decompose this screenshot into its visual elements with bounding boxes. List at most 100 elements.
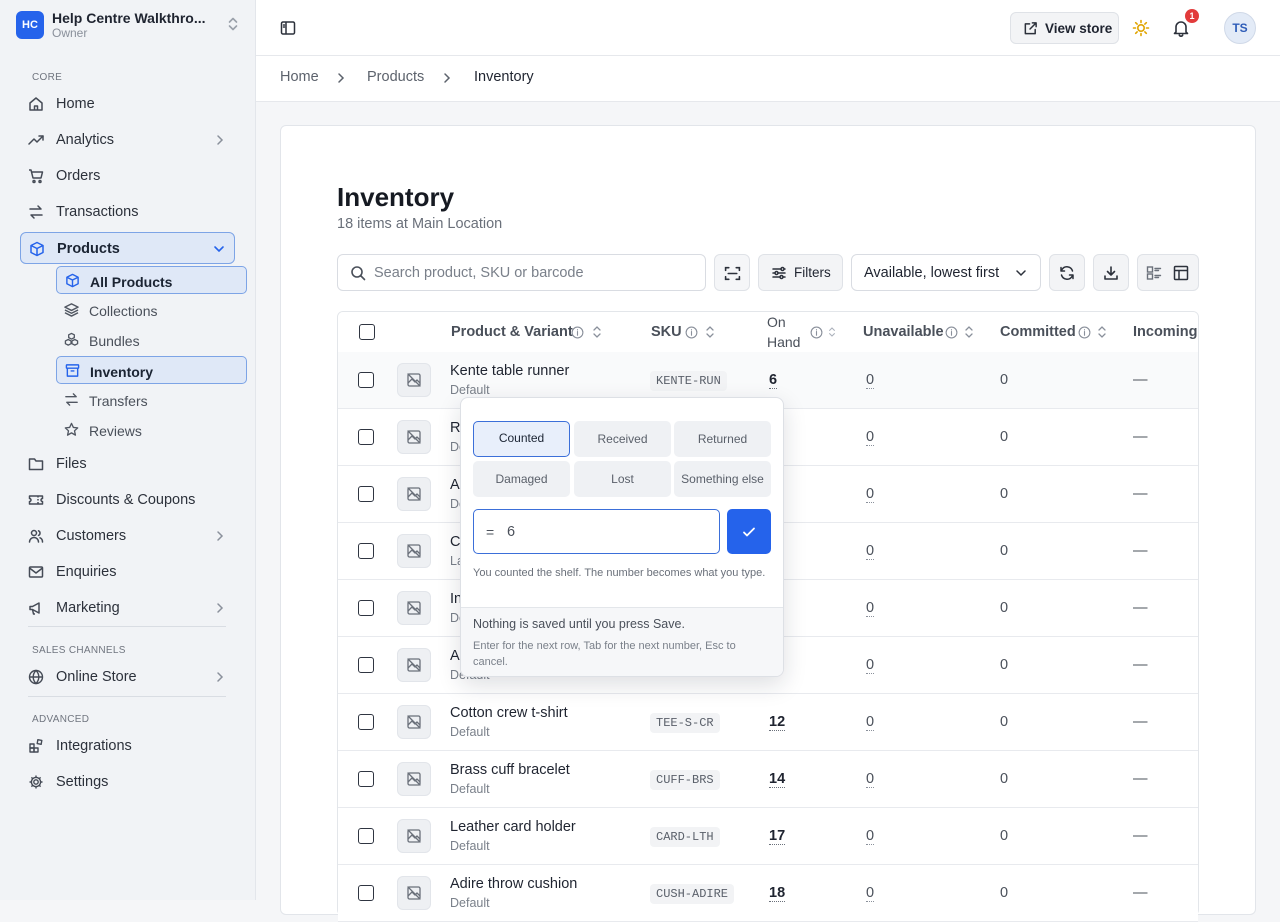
row-checkbox[interactable] bbox=[358, 885, 374, 901]
header-on-hand-line2[interactable]: Hand bbox=[767, 334, 800, 350]
product-name[interactable]: Kente table runner bbox=[450, 363, 569, 379]
reason-counted-button[interactable]: Counted bbox=[473, 421, 570, 457]
reason-lost-button[interactable]: Lost bbox=[574, 461, 671, 497]
sidebar-item-customers[interactable]: Customers bbox=[20, 520, 235, 552]
sidebar-item-files[interactable]: Files bbox=[20, 448, 235, 480]
unavailable-value[interactable]: 0 bbox=[866, 600, 875, 617]
sidebar-item-online-store[interactable]: Online Store bbox=[20, 661, 235, 693]
on-hand-value[interactable]: 12 bbox=[769, 714, 786, 731]
sort-icon[interactable] bbox=[705, 325, 715, 339]
reason-returned-button[interactable]: Returned bbox=[674, 421, 771, 457]
search-input[interactable]: Search product, SKU or barcode bbox=[337, 254, 706, 291]
sort-select[interactable]: Available, lowest first bbox=[851, 254, 1041, 291]
sidebar-item-integrations[interactable]: Integrations bbox=[20, 730, 235, 762]
sidebar-item-marketing[interactable]: Marketing bbox=[20, 592, 235, 624]
sun-icon[interactable] bbox=[1132, 19, 1150, 37]
section-core: CORE bbox=[32, 72, 63, 83]
sidebar-item-orders[interactable]: Orders bbox=[20, 160, 235, 192]
unavailable-value[interactable]: 0 bbox=[866, 543, 875, 560]
product-name[interactable]: A bbox=[450, 477, 460, 493]
sidebar-sub-label: Reviews bbox=[89, 423, 142, 439]
sidebar-item-transactions[interactable]: Transactions bbox=[20, 196, 235, 228]
row-checkbox[interactable] bbox=[358, 828, 374, 844]
row-checkbox[interactable] bbox=[358, 657, 374, 673]
chevron-down-icon bbox=[1014, 266, 1028, 280]
on-hand-value[interactable]: 17 bbox=[769, 828, 786, 845]
on-hand-value[interactable]: 18 bbox=[769, 885, 786, 902]
product-name[interactable]: Adire throw cushion bbox=[450, 876, 577, 892]
header-on-hand-line1[interactable]: On bbox=[767, 314, 786, 330]
unavailable-value[interactable]: 0 bbox=[866, 828, 875, 845]
confirm-button[interactable] bbox=[727, 509, 771, 554]
product-name[interactable]: Cotton crew t-shirt bbox=[450, 705, 568, 721]
sidebar-sub-inventory[interactable]: Inventory bbox=[56, 356, 247, 384]
sidebar-item-enquiries[interactable]: Enquiries bbox=[20, 556, 235, 588]
sidebar-sub-all-products[interactable]: All Products bbox=[56, 266, 247, 294]
header-sku[interactable]: SKU bbox=[651, 324, 682, 340]
store-switcher[interactable]: HC Help Centre Walkthro... Owner bbox=[16, 10, 240, 46]
sort-icon[interactable] bbox=[828, 326, 836, 338]
filters-button[interactable]: Filters bbox=[758, 254, 843, 291]
sidebar-sub-collections[interactable]: Collections bbox=[56, 296, 247, 324]
unavailable-value[interactable]: 0 bbox=[866, 885, 875, 902]
product-name[interactable]: R bbox=[450, 420, 460, 436]
scan-barcode-button[interactable] bbox=[714, 254, 750, 291]
row-checkbox[interactable] bbox=[358, 486, 374, 502]
list-view-icon[interactable] bbox=[1146, 265, 1162, 281]
header-unavailable[interactable]: Unavailable bbox=[863, 324, 944, 340]
reason-received-button[interactable]: Received bbox=[574, 421, 671, 457]
sidebar-item-analytics[interactable]: Analytics bbox=[20, 124, 235, 156]
row-checkbox[interactable] bbox=[358, 372, 374, 388]
sidebar-sub-reviews[interactable]: Reviews bbox=[56, 416, 247, 444]
product-name[interactable]: Leather card holder bbox=[450, 819, 576, 835]
sidebar-sub-bundles[interactable]: Bundles bbox=[56, 326, 247, 354]
table-row[interactable]: Brass cuff bracelet Default CUFF-BRS 14 0 0 — bbox=[338, 751, 1198, 808]
breadcrumb-home[interactable]: Home bbox=[280, 69, 319, 85]
table-row[interactable]: Leather card holder Default CARD-LTH 17 0 0 — bbox=[338, 808, 1198, 865]
page-title: Inventory bbox=[337, 182, 455, 212]
product-name[interactable]: C bbox=[450, 534, 460, 550]
table-row[interactable]: Cotton crew t-shirt Default TEE-S-CR 12 0 0 — bbox=[338, 694, 1198, 751]
sidebar-item-settings[interactable]: Settings bbox=[20, 766, 235, 798]
unavailable-value[interactable]: 0 bbox=[866, 429, 875, 446]
select-all-checkbox[interactable] bbox=[359, 324, 375, 340]
sidebar-sub-transfers[interactable]: Transfers bbox=[56, 386, 247, 414]
row-checkbox[interactable] bbox=[358, 600, 374, 616]
on-hand-value[interactable]: 6 bbox=[769, 372, 778, 389]
on-hand-value[interactable]: 14 bbox=[769, 771, 786, 788]
sort-icon[interactable] bbox=[964, 325, 974, 339]
reason-something-else-button[interactable]: Something else bbox=[674, 461, 771, 497]
sidebar-item-home[interactable]: Home bbox=[20, 88, 235, 120]
sidebar-item-products[interactable]: Products bbox=[20, 232, 235, 264]
box-icon bbox=[29, 241, 45, 257]
avatar[interactable]: TS bbox=[1224, 12, 1256, 44]
breadcrumb-products[interactable]: Products bbox=[367, 69, 424, 85]
external-link-icon bbox=[1023, 21, 1038, 36]
table-view-icon[interactable] bbox=[1173, 265, 1189, 281]
sidebar-toggle-icon[interactable] bbox=[280, 20, 296, 36]
unavailable-value[interactable]: 0 bbox=[866, 714, 875, 731]
sidebar-item-discounts[interactable]: Discounts & Coupons bbox=[20, 484, 235, 516]
unavailable-value[interactable]: 0 bbox=[866, 486, 875, 503]
download-button[interactable] bbox=[1093, 254, 1129, 291]
unavailable-value[interactable]: 0 bbox=[866, 771, 875, 788]
row-checkbox[interactable] bbox=[358, 714, 374, 730]
table-row[interactable]: Adire throw cushion Default CUSH-ADIRE 18 0 0… bbox=[338, 865, 1198, 922]
sort-icon[interactable] bbox=[592, 325, 602, 339]
row-checkbox[interactable] bbox=[358, 543, 374, 559]
view-store-button[interactable]: View store bbox=[1010, 12, 1119, 44]
quantity-input[interactable]: = 6 bbox=[473, 509, 720, 554]
row-checkbox[interactable] bbox=[358, 429, 374, 445]
unavailable-value[interactable]: 0 bbox=[866, 657, 875, 674]
sort-icon[interactable] bbox=[1097, 325, 1107, 339]
row-checkbox[interactable] bbox=[358, 771, 374, 787]
committed-value: 0 bbox=[1000, 429, 1009, 445]
header-committed[interactable]: Committed bbox=[1000, 324, 1076, 340]
refresh-button[interactable] bbox=[1049, 254, 1085, 291]
product-name[interactable]: Brass cuff bracelet bbox=[450, 762, 570, 778]
unavailable-value[interactable]: 0 bbox=[866, 372, 875, 389]
product-name[interactable]: A bbox=[450, 648, 460, 664]
header-product[interactable]: Product & Variant bbox=[451, 324, 573, 340]
header-incoming[interactable]: Incoming bbox=[1133, 324, 1197, 340]
reason-damaged-button[interactable]: Damaged bbox=[473, 461, 570, 497]
